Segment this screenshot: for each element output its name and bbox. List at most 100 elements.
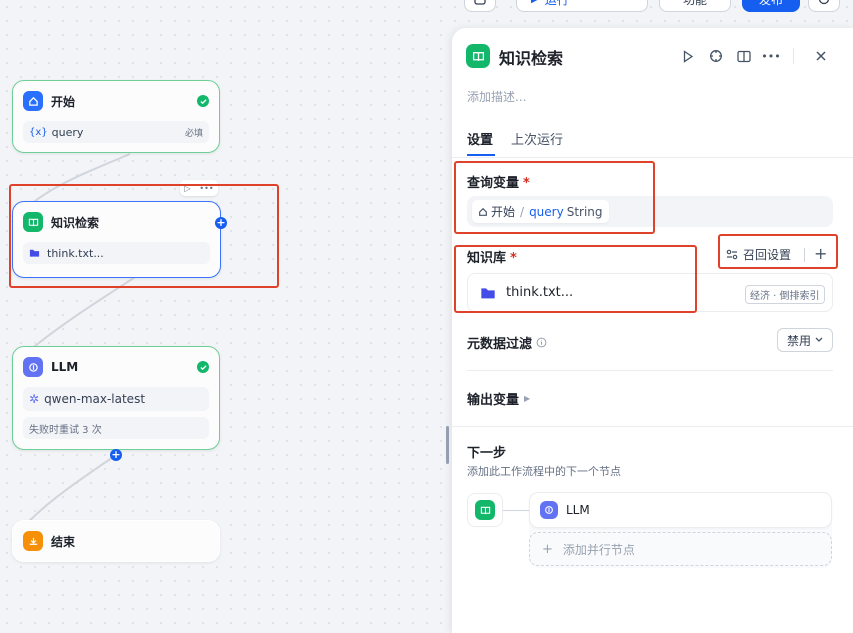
required-mark: * — [523, 176, 530, 191]
knowledge-label: 知识库 * — [467, 247, 517, 266]
recall-settings-label: 召回设置 — [743, 248, 792, 262]
llm-model-name: qwen-max-latest — [44, 392, 146, 406]
current-node-icon — [467, 493, 503, 527]
end-node[interactable]: 结束 — [12, 520, 220, 562]
query-var-label-text: 查询变量 — [467, 176, 520, 191]
tab-last-run[interactable]: 上次运行 — [511, 129, 563, 148]
kr-file-row: think.txt... — [23, 242, 210, 264]
panel-resize-handle[interactable] — [446, 426, 449, 464]
success-check-icon — [197, 95, 209, 107]
docs-button[interactable] — [733, 45, 755, 67]
section-divider — [452, 426, 853, 427]
tab-settings[interactable]: 设置 — [467, 129, 493, 148]
run-node-button[interactable] — [677, 45, 699, 67]
output-vars-toggle[interactable]: 输出变量 ▶ — [467, 389, 530, 408]
add-parallel-node-button[interactable]: + 添加并行节点 — [529, 532, 832, 566]
add-next-port[interactable]: + — [110, 449, 122, 461]
run-label: 运行 — [545, 0, 569, 8]
end-node-title: 结束 — [51, 534, 76, 549]
section-divider — [467, 370, 833, 371]
qwen-logo-icon: ✲ — [29, 392, 40, 406]
header-divider — [793, 48, 794, 64]
info-icon[interactable] — [536, 337, 547, 348]
next-step-desc: 添加此工作流程中的下一个节点 — [467, 465, 621, 478]
book-icon — [23, 212, 43, 232]
circle-icon — [818, 0, 830, 5]
query-var-chip[interactable]: 开始 / query String — [472, 200, 609, 223]
kr-node-title: 知识检索 — [51, 215, 100, 230]
play-icon[interactable]: ▷ — [184, 184, 190, 193]
metadata-filter-select[interactable]: 禁用 — [777, 328, 833, 352]
layout-icon — [474, 0, 486, 5]
query-var-label: 查询变量 * — [467, 172, 530, 191]
recall-divider — [804, 248, 805, 262]
add-next-port[interactable]: + — [215, 217, 227, 229]
history-button[interactable] — [464, 0, 496, 12]
home-icon — [23, 91, 43, 111]
start-node[interactable]: 开始 {x} query 必填 — [12, 80, 220, 153]
features-button[interactable]: 功能 — [659, 0, 731, 12]
knowledge-label-text: 知识库 — [467, 251, 507, 266]
description-input[interactable]: 添加描述... — [467, 88, 526, 105]
kr-file-name: think.txt... — [47, 246, 104, 260]
start-node-title: 开始 — [51, 94, 76, 109]
next-step-title: 下一步 — [467, 446, 507, 461]
more-icon[interactable]: ••• — [760, 45, 782, 67]
metadata-filter-value: 禁用 — [786, 333, 811, 348]
node-settings-panel: 知识检索 ••• 添加描述... 设置 上次运行 查询变量 * 开始 / quer… — [452, 28, 853, 633]
help-button[interactable] — [705, 45, 727, 67]
metadata-filter-label-text: 元数据过滤 — [467, 337, 533, 352]
tab-active-indicator — [467, 154, 495, 156]
publish-label: 发布 — [759, 0, 783, 8]
start-var-required: 必填 — [184, 128, 203, 139]
more-icon[interactable]: ••• — [199, 184, 213, 193]
success-check-icon — [197, 361, 209, 373]
query-var-source: 开始 — [491, 205, 516, 219]
knowledge-item[interactable]: think.txt... 经济 · 倒排索引 — [467, 273, 833, 312]
tab-divider — [452, 157, 853, 158]
metadata-filter-label: 元数据过滤 — [467, 333, 547, 352]
next-node-llm-label: LLM — [566, 503, 590, 517]
knowledge-retrieval-node[interactable]: 知识检索 think.txt... — [12, 201, 221, 278]
next-node-llm[interactable]: LLM — [529, 492, 832, 528]
settings-button[interactable] — [808, 0, 840, 12]
panel-title[interactable]: 知识检索 — [499, 45, 563, 69]
knowledge-file-name: think.txt... — [506, 285, 574, 300]
next-connector — [503, 510, 529, 511]
start-var-name: query — [51, 125, 84, 139]
required-mark: * — [510, 251, 517, 266]
home-icon — [479, 207, 487, 216]
end-icon — [23, 531, 43, 551]
query-var-type: String — [566, 204, 603, 219]
knowledge-index-badge: 经济 · 倒排索引 — [745, 285, 825, 304]
output-vars-label: 输出变量 — [467, 393, 520, 408]
llm-node-title: LLM — [51, 360, 79, 374]
llm-retry-row: 失败时重试 3 次 — [23, 417, 209, 439]
close-button[interactable] — [810, 45, 832, 67]
add-knowledge-icon[interactable]: + — [814, 246, 827, 262]
book-open-icon — [737, 50, 751, 62]
close-icon — [816, 51, 826, 61]
plus-icon: + — [542, 541, 553, 557]
llm-icon — [540, 501, 558, 519]
query-var-separator: / — [520, 204, 525, 219]
caret-right-icon: ▶ — [524, 394, 531, 403]
features-label: 功能 — [683, 0, 707, 8]
play-icon — [683, 49, 694, 63]
llm-node[interactable]: LLM ✲ qwen-max-latest 失败时重试 3 次 — [12, 346, 220, 450]
add-parallel-node-label: 添加并行节点 — [562, 542, 635, 557]
llm-icon — [23, 357, 43, 377]
llm-model-row: ✲ qwen-max-latest — [23, 387, 209, 411]
next-nodes-container: LLM + 添加并行节点 — [529, 492, 832, 568]
publish-button[interactable]: 发布 — [742, 0, 800, 12]
recall-settings-button[interactable]: 召回设置 — [726, 246, 791, 263]
start-var-row: {x} query 必填 — [23, 121, 209, 143]
node-mini-toolbar[interactable]: ▷ ••• — [180, 180, 218, 196]
run-button[interactable]: ▶ 运行 — [516, 0, 648, 12]
folder-icon — [29, 249, 40, 257]
query-var-selector[interactable]: 开始 / query String — [467, 196, 833, 227]
llm-retry-text: 失败时重试 3 次 — [29, 424, 102, 436]
book-icon — [475, 500, 495, 520]
play-icon: ▶ — [531, 0, 539, 5]
variable-icon: {x} — [29, 126, 48, 138]
